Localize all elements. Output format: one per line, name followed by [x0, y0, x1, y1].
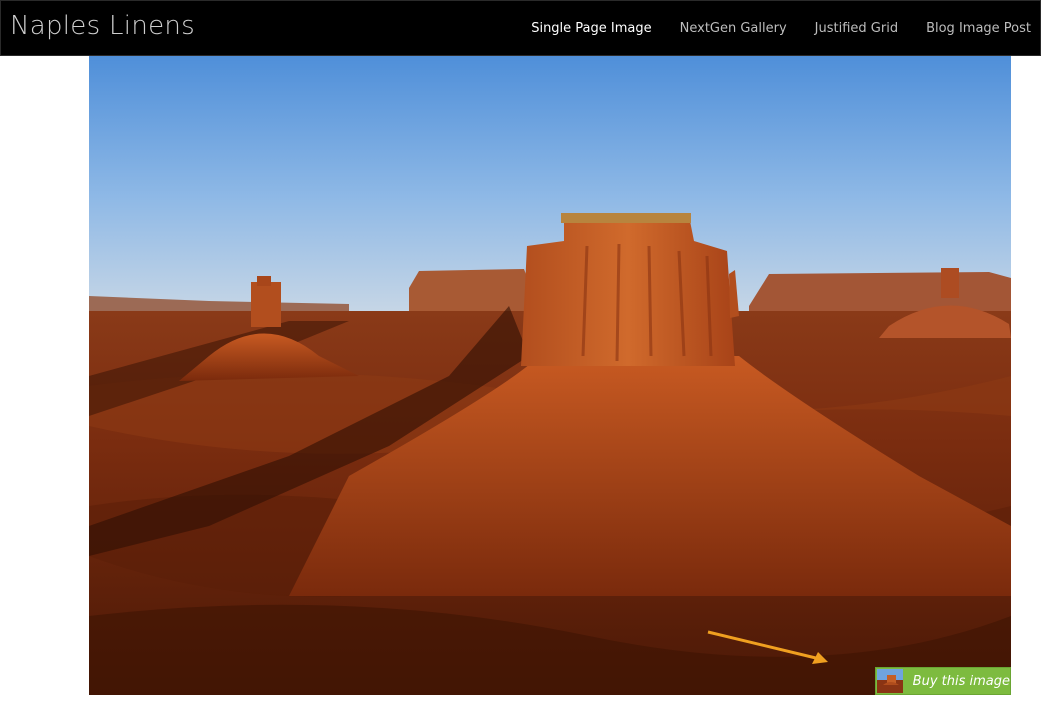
- nav-justified-grid[interactable]: Justified Grid: [815, 21, 898, 36]
- nav-nextgen-gallery[interactable]: NextGen Gallery: [680, 21, 787, 36]
- site-title[interactable]: Naples Linens: [10, 11, 195, 41]
- nav-single-page-image[interactable]: Single Page Image: [531, 21, 651, 36]
- buy-this-image-button[interactable]: Buy this image: [875, 667, 1011, 695]
- desert-landscape-photo: [89, 56, 1011, 695]
- top-navigation-bar: Naples Linens Single Page Image NextGen …: [0, 0, 1041, 56]
- orange-arrow-icon: [707, 630, 828, 664]
- buy-button-label: Buy this image: [912, 673, 1010, 689]
- nav-blog-image-post[interactable]: Blog Image Post: [926, 21, 1031, 36]
- desert-thumbnail-icon: [877, 669, 903, 693]
- main-nav: Single Page Image NextGen Gallery Justif…: [503, 21, 1031, 36]
